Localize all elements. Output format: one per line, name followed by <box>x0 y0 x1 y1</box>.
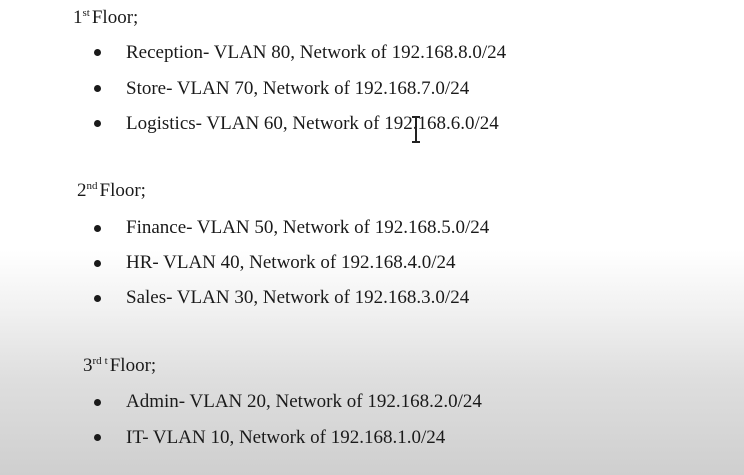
floor-1-suffix: st <box>82 7 90 19</box>
text-cursor-icon <box>412 115 420 144</box>
floor-3-suffix-extra: t <box>104 355 108 367</box>
floor-2-heading: 2nd Floor; <box>77 180 146 204</box>
bullet-icon <box>94 434 101 441</box>
floor-1-number: 1 <box>73 7 83 28</box>
floor-3-suffix-main: rd <box>92 355 102 367</box>
bullet-icon <box>94 49 101 56</box>
floor-2-number: 2 <box>77 180 87 201</box>
bullet-icon <box>94 399 101 406</box>
floor-2-item-1: Finance- VLAN 50, Network of 192.168.5.0… <box>126 217 490 238</box>
bullet-icon <box>94 120 101 127</box>
floor-3-item-2: IT- VLAN 10, Network of 192.168.1.0/24 <box>126 427 446 448</box>
floor-2-item-3: Sales- VLAN 30, Network of 192.168.3.0/2… <box>126 287 470 308</box>
floor-1-item-2: Store- VLAN 70, Network of 192.168.7.0/2… <box>126 78 470 99</box>
floor-1-item-3: Logistics- VLAN 60, Network of 192.168.6… <box>126 113 499 134</box>
floor-3-heading: 3rd t Floor; <box>83 355 156 379</box>
floor-3-number: 3 <box>83 355 93 376</box>
floor-2-suffix: nd <box>86 180 98 192</box>
document-page: 1st Floor; Reception- VLAN 80, Network of… <box>0 0 744 475</box>
bullet-icon <box>94 295 101 302</box>
floor-1-label: Floor; <box>91 7 139 28</box>
floor-1-item-1: Reception- VLAN 80, Network of 192.168.8… <box>126 42 507 63</box>
floor-3-item-1: Admin- VLAN 20, Network of 192.168.2.0/2… <box>126 391 482 412</box>
floor-3-label: Floor; <box>109 355 157 376</box>
floor-3-suffix: rd t <box>93 355 108 367</box>
floor-2-label: Floor; <box>99 180 146 201</box>
bullet-icon <box>94 225 101 232</box>
bullet-icon <box>94 260 101 267</box>
floor-2-item-2: HR- VLAN 40, Network of 192.168.4.0/24 <box>126 252 456 273</box>
floor-1-heading: 1st Floor; <box>73 7 138 31</box>
bullet-icon <box>94 85 101 92</box>
